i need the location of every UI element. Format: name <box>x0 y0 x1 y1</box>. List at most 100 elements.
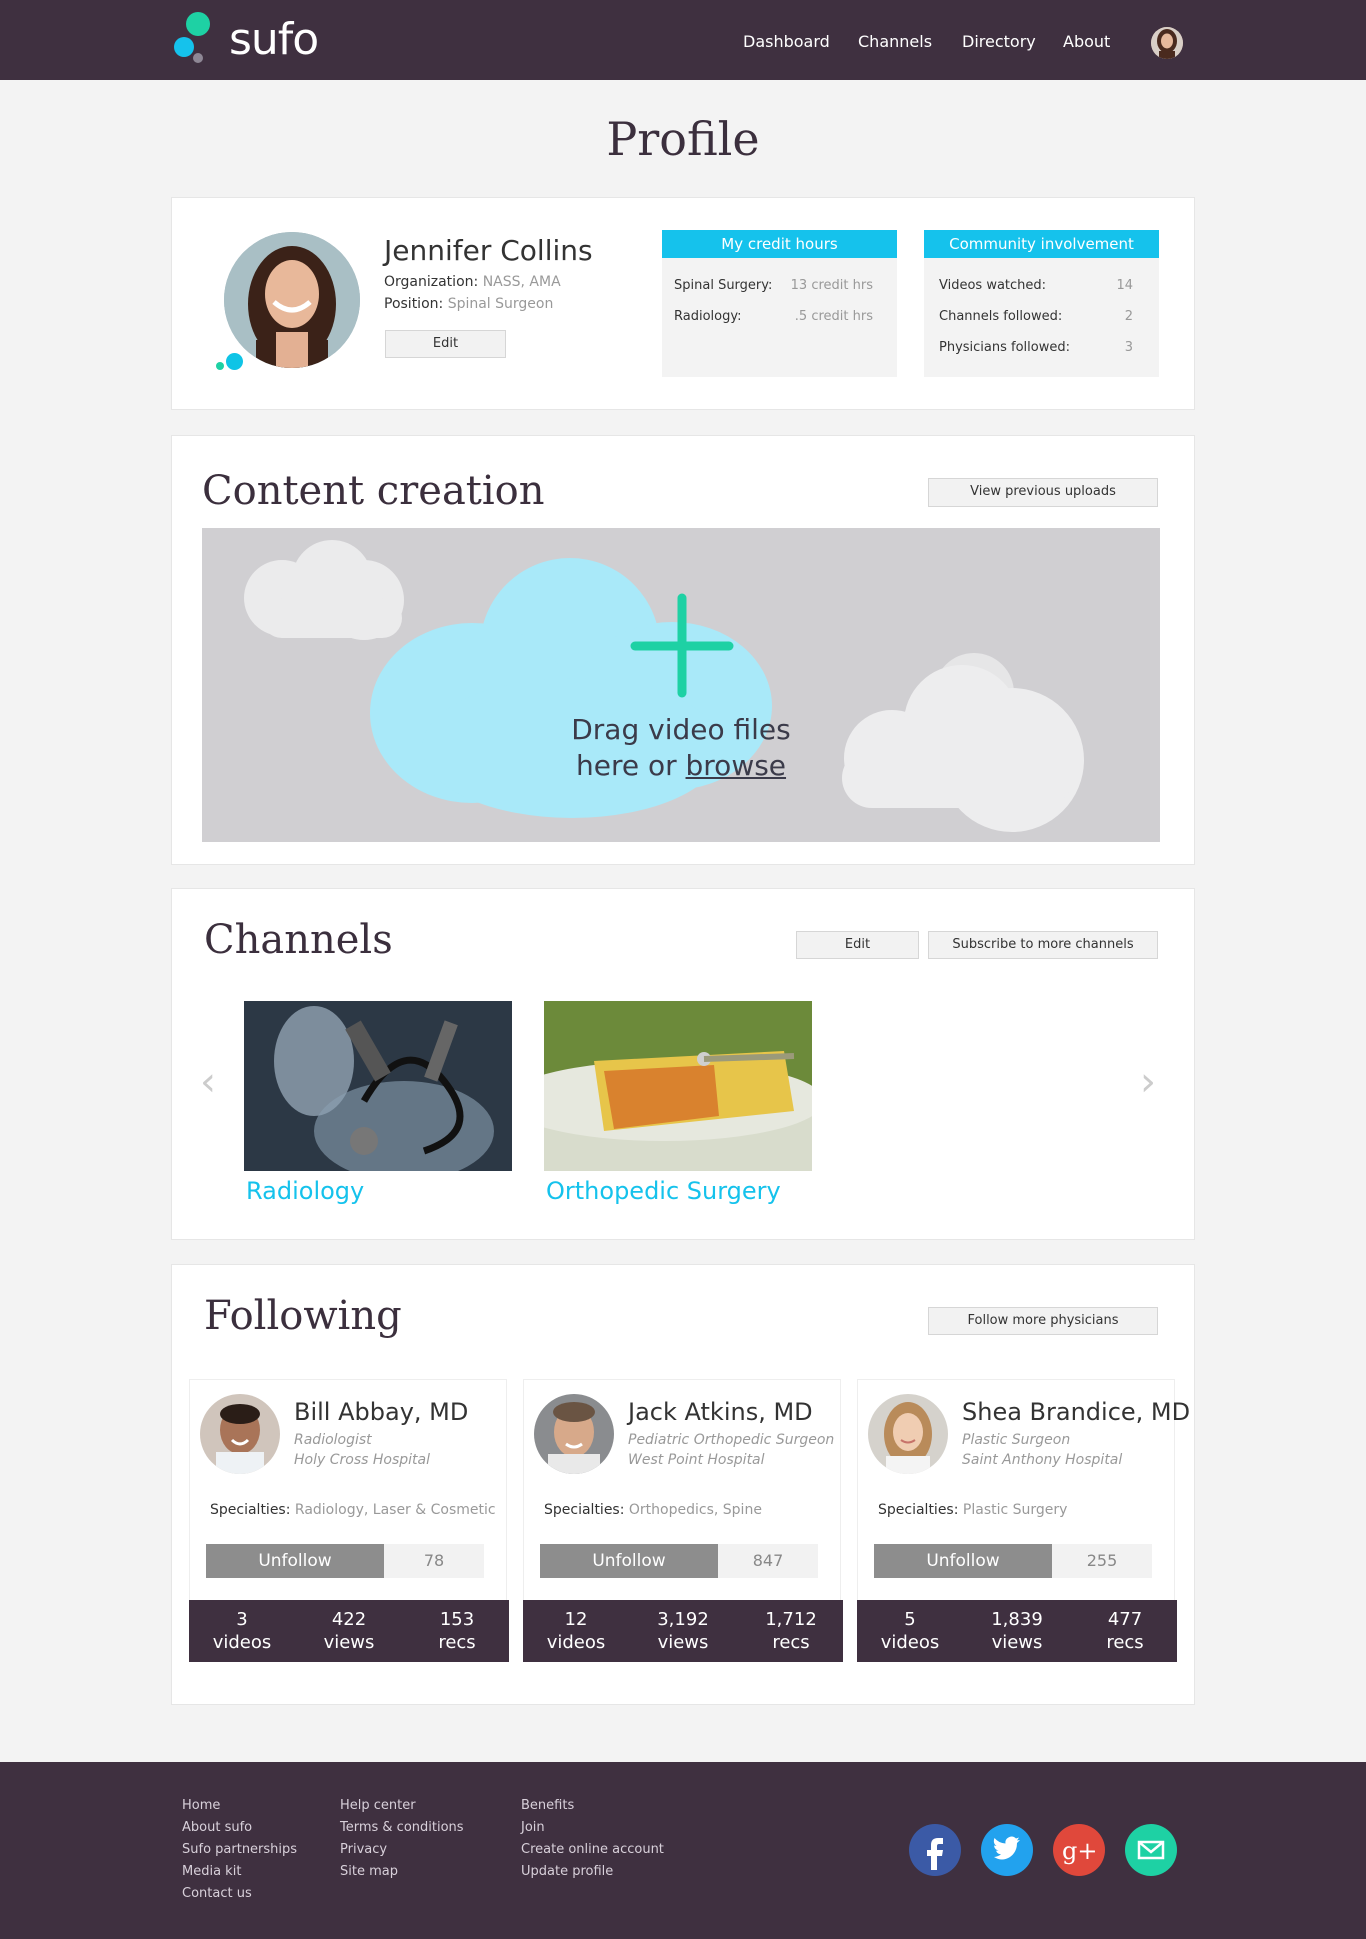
views-stat: 1,839 views <box>967 1608 1067 1654</box>
recs-stat: 153 recs <box>407 1608 507 1654</box>
nav-directory[interactable]: Directory <box>962 32 1036 51</box>
facebook-icon[interactable] <box>909 1824 961 1876</box>
unfollow-button[interactable]: Unfollow <box>206 1544 384 1578</box>
profile-name: Jennifer Collins <box>384 234 593 267</box>
recs-label: recs <box>772 1632 810 1653</box>
footer-link-join[interactable]: Join <box>521 1820 545 1835</box>
physician-avatar[interactable] <box>534 1394 614 1474</box>
specialties-label: Specialties: <box>544 1502 625 1518</box>
recs-count: 477 <box>1107 1609 1143 1630</box>
physician-avatar[interactable] <box>200 1394 280 1474</box>
videos-stat: 12 videos <box>526 1608 626 1654</box>
follower-count: 255 <box>1052 1544 1152 1578</box>
video-dropzone[interactable]: Drag video files here or browse <box>202 528 1160 842</box>
community-label: Channels followed: <box>939 309 1063 324</box>
channel-label[interactable]: Radiology <box>244 1177 512 1205</box>
channels-title: Channels <box>204 917 393 963</box>
physician-stats-bar: 3 videos 422 views 153 recs <box>189 1600 509 1662</box>
videos-count: 5 <box>904 1609 916 1630</box>
channel-orthopedic-surgery[interactable]: Orthopedic Surgery <box>544 1001 812 1205</box>
physician-name[interactable]: Shea Brandice, MD <box>962 1398 1190 1426</box>
carousel-next-arrow[interactable]: › <box>1140 1059 1156 1105</box>
videos-count: 3 <box>236 1609 248 1630</box>
carousel-prev-arrow[interactable]: ‹ <box>200 1059 216 1105</box>
subscribe-more-channels-button[interactable]: Subscribe to more channels <box>928 931 1158 959</box>
nav-dashboard[interactable]: Dashboard <box>743 32 830 51</box>
credit-value: 13 credit hrs <box>790 278 873 293</box>
edit-profile-button[interactable]: Edit <box>385 330 506 358</box>
footer-link-privacy[interactable]: Privacy <box>340 1842 387 1857</box>
profile-position: Position: Spinal Surgeon <box>384 296 553 312</box>
decor-dot <box>226 353 243 370</box>
footer-link-about[interactable]: About sufo <box>182 1820 252 1835</box>
footer-link-site-map[interactable]: Site map <box>340 1864 398 1879</box>
user-avatar[interactable] <box>1151 27 1183 59</box>
videos-stat: 5 videos <box>860 1608 960 1654</box>
content-creation-card: Content creation View previous uploads D… <box>171 435 1195 865</box>
credit-label: Radiology: <box>674 309 742 324</box>
physician-specialties: Specialties: Orthopedics, Spine <box>544 1502 762 1518</box>
footer-link-create-account[interactable]: Create online account <box>521 1842 664 1857</box>
dropzone-line2: here or browse <box>202 748 1160 784</box>
community-value: 3 <box>1124 340 1133 355</box>
footer-link-home[interactable]: Home <box>182 1798 220 1813</box>
orthopedic-surgery-thumbnail <box>544 1001 812 1171</box>
views-label: views <box>657 1632 709 1653</box>
organization-label: Organization: <box>384 274 479 290</box>
physician-name[interactable]: Bill Abbay, MD <box>294 1398 468 1426</box>
view-previous-uploads-button[interactable]: View previous uploads <box>928 478 1158 507</box>
footer-link-help-center[interactable]: Help center <box>340 1798 416 1813</box>
footer-link-partnerships[interactable]: Sufo partnerships <box>182 1842 297 1857</box>
credit-hours-box: My credit hours Spinal Surgery: 13 credi… <box>662 230 897 377</box>
nav-channels[interactable]: Channels <box>858 32 932 51</box>
twitter-icon[interactable] <box>981 1824 1033 1876</box>
decor-dot <box>216 362 224 370</box>
physician-card: Shea Brandice, MD Plastic Surgeon Saint … <box>857 1379 1190 1662</box>
physician-stats-bar: 5 videos 1,839 views 477 recs <box>857 1600 1177 1662</box>
footer-link-terms[interactable]: Terms & conditions <box>340 1820 464 1835</box>
dropzone-line1: Drag video files <box>571 713 791 746</box>
page-title: Profile <box>606 112 760 166</box>
top-navigation-bar: sufo Dashboard Channels Directory About <box>0 0 1366 80</box>
credit-label: Spinal Surgery: <box>674 278 773 293</box>
unfollow-button[interactable]: Unfollow <box>540 1544 718 1578</box>
follower-count: 847 <box>718 1544 818 1578</box>
footer-link-benefits[interactable]: Benefits <box>521 1798 574 1813</box>
logo-dots-icon <box>174 12 210 63</box>
google-plus-icon[interactable]: g+ <box>1053 1824 1105 1876</box>
footer-link-contact[interactable]: Contact us <box>182 1886 252 1901</box>
recs-stat: 1,712 recs <box>741 1608 841 1654</box>
channel-radiology[interactable]: Radiology <box>244 1001 512 1205</box>
videos-stat: 3 videos <box>192 1608 292 1654</box>
credit-value: .5 credit hrs <box>794 309 873 324</box>
recs-stat: 477 recs <box>1075 1608 1175 1654</box>
follow-more-physicians-button[interactable]: Follow more physicians <box>928 1307 1158 1335</box>
physician-specialties: Specialties: Plastic Surgery <box>878 1502 1067 1518</box>
specialties-value: Radiology, Laser & Cosmetic <box>294 1502 496 1518</box>
nav-about[interactable]: About <box>1063 32 1110 51</box>
footer-link-update-profile[interactable]: Update profile <box>521 1864 613 1879</box>
edit-channels-button[interactable]: Edit <box>796 931 919 959</box>
unfollow-button[interactable]: Unfollow <box>874 1544 1052 1578</box>
physician-hospital: Saint Anthony Hospital <box>962 1452 1123 1468</box>
physician-role: Radiologist <box>294 1432 372 1448</box>
site-footer: Home About sufo Sufo partnerships Media … <box>0 1762 1366 1939</box>
sufo-logo[interactable]: sufo <box>173 8 333 72</box>
physician-specialties: Specialties: Radiology, Laser & Cosmetic <box>210 1502 496 1518</box>
channel-label[interactable]: Orthopedic Surgery <box>544 1177 812 1205</box>
email-icon[interactable] <box>1125 1824 1177 1876</box>
position-value: Spinal Surgeon <box>447 296 554 312</box>
views-stat: 3,192 views <box>633 1608 733 1654</box>
brand-name: sufo <box>229 14 319 65</box>
physician-avatar[interactable] <box>868 1394 948 1474</box>
browse-link[interactable]: browse <box>686 749 787 782</box>
profile-card: Jennifer Collins Organization: NASS, AMA… <box>171 197 1195 410</box>
footer-link-media-kit[interactable]: Media kit <box>182 1864 241 1879</box>
community-label: Physicians followed: <box>939 340 1070 355</box>
community-value: 14 <box>1116 278 1133 293</box>
views-count: 3,192 <box>657 1609 709 1630</box>
physician-role: Pediatric Orthopedic Surgeon <box>628 1432 835 1448</box>
physician-name[interactable]: Jack Atkins, MD <box>628 1398 813 1426</box>
videos-label: videos <box>212 1632 272 1653</box>
views-label: views <box>991 1632 1043 1653</box>
